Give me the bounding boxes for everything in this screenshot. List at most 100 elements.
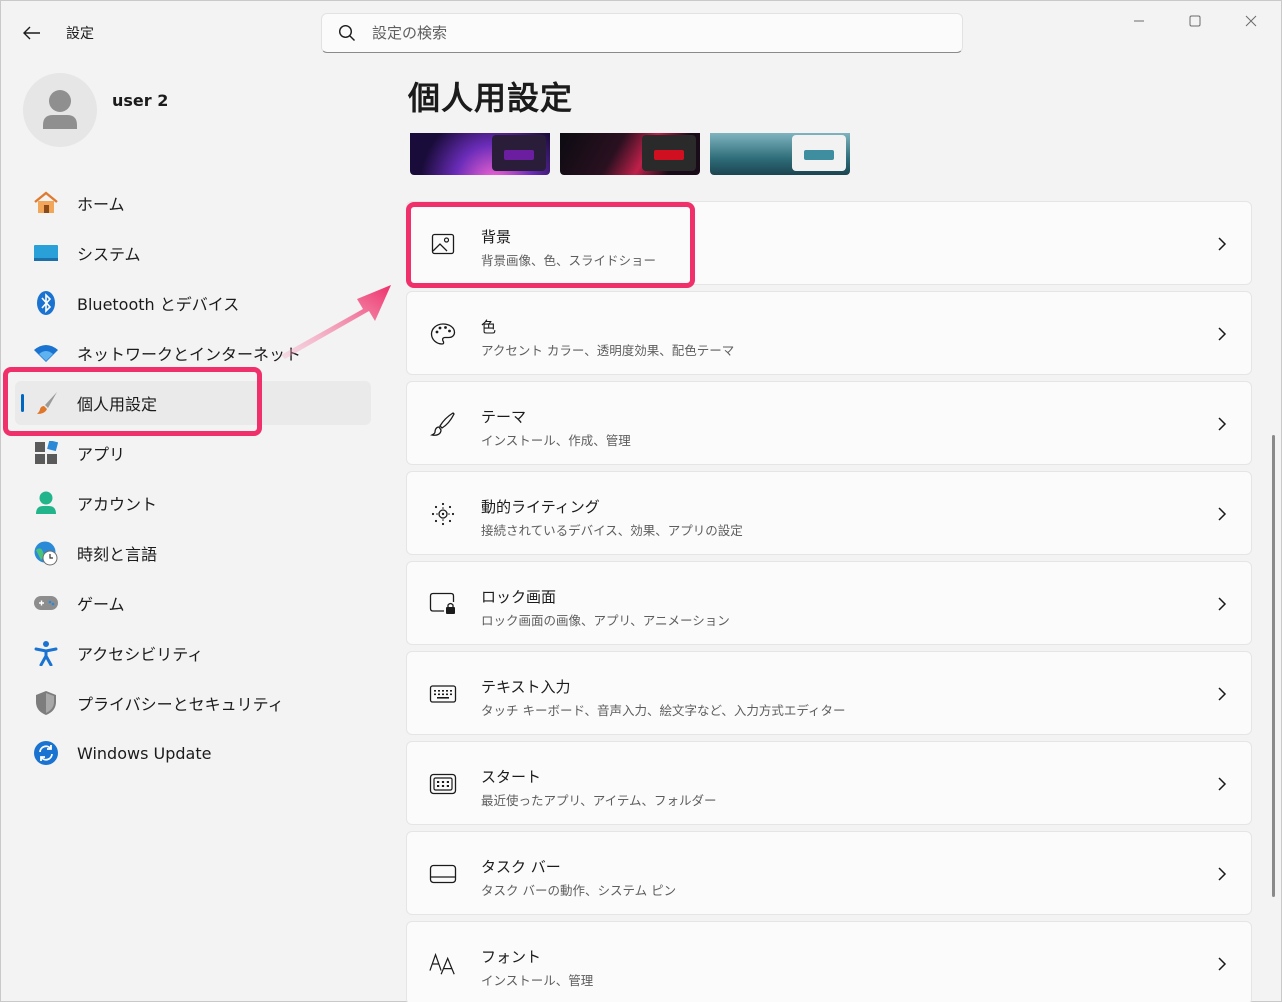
app-title: 設定 — [66, 26, 94, 42]
maximize-icon — [1189, 15, 1201, 27]
card-subtitle: ロック画面の画像、アプリ、アニメーション — [481, 613, 730, 628]
theme-window-preview — [642, 135, 696, 171]
sidebar-item-network[interactable]: ネットワークとインターネット — [15, 331, 371, 375]
sidebar-item-label: システム — [77, 245, 141, 264]
sidebar-item-privacy[interactable]: プライバシーとセキュリティ — [15, 681, 371, 725]
close-icon — [1245, 15, 1257, 27]
card-title: テーマ — [481, 408, 527, 426]
card-title: 色 — [481, 318, 497, 336]
chevron-right-icon — [1218, 327, 1227, 341]
card-title: 動的ライティング — [481, 498, 600, 516]
page-title: 個人用設定 — [408, 79, 574, 117]
active-indicator — [21, 394, 24, 412]
card-subtitle: タスク バーの動作、システム ピン — [481, 883, 677, 898]
brush-icon — [429, 410, 457, 438]
update-icon — [33, 740, 59, 766]
card-title: フォント — [481, 948, 542, 966]
scrollbar-thumb[interactable] — [1272, 435, 1275, 897]
font-icon — [429, 950, 457, 978]
settings-list: 背景 背景画像、色、スライドショー 色 アクセント カラー、透明度効果、配色テー… — [406, 201, 1252, 1002]
home-icon — [33, 190, 59, 216]
sidebar-item-label: ネットワークとインターネット — [77, 345, 302, 364]
theme-window-preview — [492, 135, 546, 171]
paintbrush-icon — [33, 390, 59, 416]
system-icon — [33, 240, 59, 266]
sidebar-item-label: アカウント — [77, 495, 158, 514]
theme-thumbnail[interactable] — [410, 133, 550, 175]
palette-icon — [429, 320, 457, 348]
sidebar-item-label: プライバシーとセキュリティ — [77, 695, 284, 714]
user-name: user 2 — [112, 91, 169, 110]
themes-settings-card[interactable]: テーマ インストール、作成、管理 — [406, 381, 1252, 465]
background-settings-card[interactable]: 背景 背景画像、色、スライドショー — [406, 201, 1252, 285]
minimize-icon — [1134, 20, 1144, 22]
sidebar-item-accessibility[interactable]: アクセシビリティ — [15, 631, 371, 675]
close-button[interactable] — [1229, 9, 1273, 33]
sidebar-item-gaming[interactable]: ゲーム — [15, 581, 371, 625]
chevron-right-icon — [1218, 237, 1227, 251]
bluetooth-icon — [33, 290, 59, 316]
chevron-right-icon — [1218, 597, 1227, 611]
theme-window-preview — [792, 135, 846, 171]
theme-thumbnails — [408, 133, 858, 175]
avatar[interactable] — [23, 73, 97, 147]
sidebar-item-personalization[interactable]: 個人用設定 — [15, 381, 371, 425]
sidebar-item-label: アプリ — [77, 445, 126, 464]
card-title: 背景 — [481, 228, 512, 246]
chevron-right-icon — [1218, 777, 1227, 791]
back-arrow-icon — [23, 26, 40, 40]
sidebar-item-label: 時刻と言語 — [77, 545, 158, 564]
back-button[interactable] — [17, 19, 47, 47]
shield-icon — [33, 690, 59, 716]
search-box[interactable] — [321, 13, 963, 53]
chevron-right-icon — [1218, 687, 1227, 701]
keyboard-icon — [429, 680, 457, 708]
gamepad-icon — [33, 590, 59, 616]
sidebar-item-apps[interactable]: アプリ — [15, 431, 371, 475]
card-title: ロック画面 — [481, 588, 557, 606]
minimize-button[interactable] — [1117, 9, 1161, 33]
lighting-icon — [429, 500, 457, 528]
chevron-right-icon — [1218, 867, 1227, 881]
text-input-settings-card[interactable]: テキスト入力 タッチ キーボード、音声入力、絵文字など、入力方式エディター — [406, 651, 1252, 735]
colors-settings-card[interactable]: 色 アクセント カラー、透明度効果、配色テーマ — [406, 291, 1252, 375]
sidebar-nav: ホーム システム Bluetooth とデバイス ネットワークとインターネット — [15, 181, 371, 781]
sidebar-item-home[interactable]: ホーム — [15, 181, 371, 225]
search-input[interactable] — [372, 24, 932, 42]
user-avatar-icon — [43, 90, 77, 129]
fonts-settings-card[interactable]: フォント インストール、管理 — [406, 921, 1252, 1002]
sidebar-item-bluetooth[interactable]: Bluetooth とデバイス — [15, 281, 371, 325]
dynamic-lighting-settings-card[interactable]: 動的ライティング 接続されているデバイス、効果、アプリの設定 — [406, 471, 1252, 555]
settings-window: 設定 user 2 ホーム — [0, 0, 1282, 1002]
sidebar-item-accounts[interactable]: アカウント — [15, 481, 371, 525]
card-title: タスク バー — [481, 858, 561, 876]
maximize-button[interactable] — [1173, 9, 1217, 33]
card-subtitle: 背景画像、色、スライドショー — [481, 253, 657, 268]
sidebar-item-time-language[interactable]: 時刻と言語 — [15, 531, 371, 575]
chevron-right-icon — [1218, 957, 1227, 971]
theme-thumbnail[interactable] — [560, 133, 700, 175]
chevron-right-icon — [1218, 507, 1227, 521]
card-title: スタート — [481, 768, 542, 786]
sidebar-item-label: アクセシビリティ — [77, 645, 204, 664]
sidebar-item-label: Bluetooth とデバイス — [77, 295, 240, 314]
sidebar-item-label: ゲーム — [77, 595, 125, 614]
taskbar-icon — [429, 860, 457, 888]
sidebar-item-label: 個人用設定 — [77, 395, 158, 414]
sidebar-item-label: Windows Update — [77, 743, 212, 763]
lock-screen-settings-card[interactable]: ロック画面 ロック画面の画像、アプリ、アニメーション — [406, 561, 1252, 645]
taskbar-settings-card[interactable]: タスク バー タスク バーの動作、システム ピン — [406, 831, 1252, 915]
card-subtitle: タッチ キーボード、音声入力、絵文字など、入力方式エディター — [481, 703, 846, 718]
start-icon — [429, 770, 457, 798]
wifi-icon — [33, 340, 59, 366]
accessibility-icon — [33, 640, 59, 666]
image-icon — [429, 230, 457, 258]
card-subtitle: 最近使ったアプリ、アイテム、フォルダー — [481, 793, 717, 808]
chevron-right-icon — [1218, 417, 1227, 431]
sidebar-item-windows-update[interactable]: Windows Update — [15, 731, 371, 775]
card-subtitle: インストール、作成、管理 — [481, 433, 631, 448]
account-icon — [33, 490, 59, 516]
theme-thumbnail[interactable] — [710, 133, 850, 175]
sidebar-item-system[interactable]: システム — [15, 231, 371, 275]
start-settings-card[interactable]: スタート 最近使ったアプリ、アイテム、フォルダー — [406, 741, 1252, 825]
